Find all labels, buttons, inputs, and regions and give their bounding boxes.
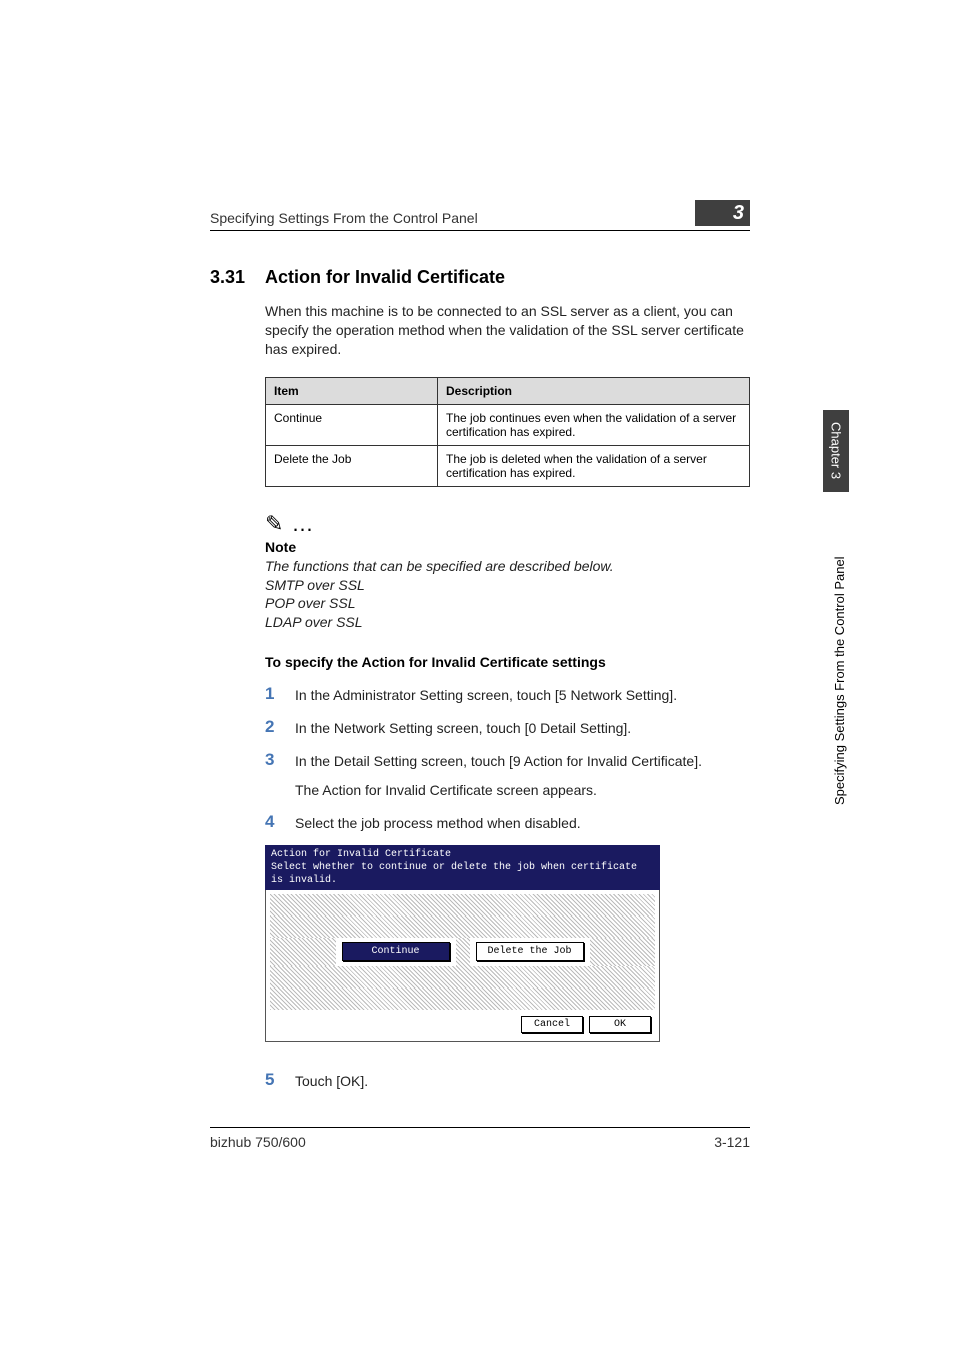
continue-button[interactable]: Continue — [342, 942, 450, 961]
step-number: 2 — [265, 717, 295, 738]
step-text: In the Network Setting screen, touch [0 … — [295, 717, 631, 738]
note-line: POP over SSL — [265, 595, 356, 611]
table-header-item: Item — [266, 377, 438, 404]
note-icon: ✎ … — [265, 511, 750, 537]
cancel-button[interactable]: Cancel — [521, 1016, 583, 1033]
delete-job-button[interactable]: Delete the Job — [476, 942, 584, 961]
settings-table: Item Description Continue The job contin… — [265, 377, 750, 487]
step-text: Select the job process method when disab… — [295, 812, 581, 833]
chapter-tab: 3 — [695, 200, 750, 226]
note-line: SMTP over SSL — [265, 577, 365, 593]
footer-model: bizhub 750/600 — [210, 1134, 306, 1150]
section-title: Action for Invalid Certificate — [265, 267, 505, 288]
table-cell-desc: The job is deleted when the validation o… — [438, 445, 750, 486]
screen-header: Action for Invalid Certificate Select wh… — [265, 845, 660, 890]
step-4: 4 Select the job process method when dis… — [265, 812, 750, 833]
note-line: LDAP over SSL — [265, 614, 363, 630]
section-number: 3.31 — [210, 267, 265, 288]
table-header-desc: Description — [438, 377, 750, 404]
note-body: The functions that can be specified are … — [265, 557, 750, 633]
table-cell-item: Delete the Job — [266, 445, 438, 486]
procedure-subheading: To specify the Action for Invalid Certif… — [265, 654, 750, 670]
device-screen: Action for Invalid Certificate Select wh… — [265, 845, 660, 1042]
side-chapter-tab: Chapter 3 — [823, 410, 849, 492]
ok-button[interactable]: OK — [589, 1016, 651, 1033]
screen-title: Action for Invalid Certificate — [271, 848, 654, 861]
table-cell-desc: The job continues even when the validati… — [438, 404, 750, 445]
step-number: 3 — [265, 750, 295, 800]
note-heading: Note — [265, 539, 750, 555]
table-cell-item: Continue — [266, 404, 438, 445]
running-head-text: Specifying Settings From the Control Pan… — [210, 210, 478, 226]
running-header: Specifying Settings From the Control Pan… — [210, 200, 750, 231]
step-number: 1 — [265, 684, 295, 705]
footer-page: 3-121 — [714, 1134, 750, 1150]
table-row: Continue The job continues even when the… — [266, 404, 750, 445]
step-text: Touch [OK]. — [295, 1070, 368, 1091]
note-line: The functions that can be specified are … — [265, 558, 614, 574]
section-heading: 3.31 Action for Invalid Certificate — [210, 267, 750, 288]
side-section-label: Specifying Settings From the Control Pan… — [832, 505, 847, 805]
page-footer: bizhub 750/600 3-121 — [210, 1127, 750, 1150]
step-2: 2 In the Network Setting screen, touch [… — [265, 717, 750, 738]
step-number: 4 — [265, 812, 295, 833]
step-5: 5 Touch [OK]. — [265, 1070, 750, 1091]
section-intro: When this machine is to be connected to … — [265, 302, 750, 359]
step-number: 5 — [265, 1070, 295, 1091]
step-3: 3 In the Detail Setting screen, touch [9… — [265, 750, 750, 800]
table-row: Delete the Job The job is deleted when t… — [266, 445, 750, 486]
screen-body: Continue Delete the Job Cancel OK — [265, 890, 660, 1042]
step-text: In the Detail Setting screen, touch [9 A… — [295, 750, 702, 800]
step-text: In the Administrator Setting screen, tou… — [295, 684, 677, 705]
step-1: 1 In the Administrator Setting screen, t… — [265, 684, 750, 705]
screen-subtitle: Select whether to continue or delete the… — [271, 861, 654, 887]
